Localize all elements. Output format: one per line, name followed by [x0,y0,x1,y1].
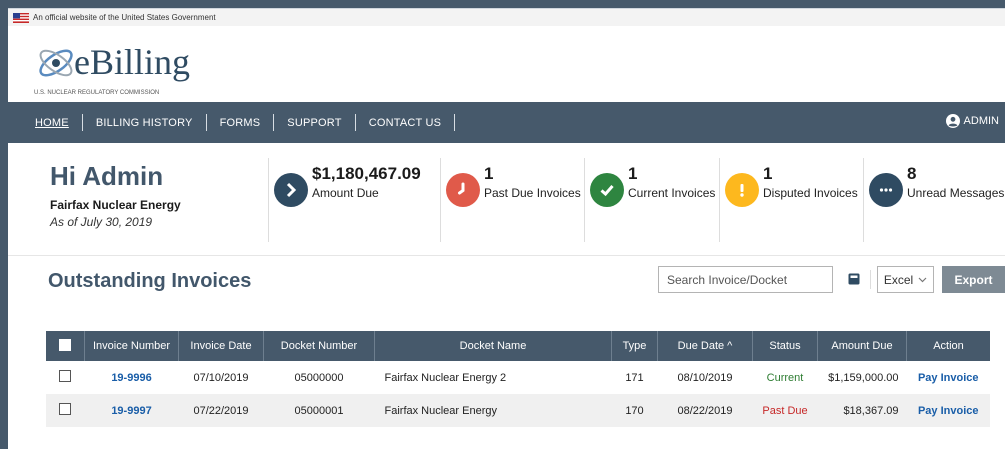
stat-current[interactable]: 1 Current Invoices [590,165,715,207]
main-nav: HOME BILLING HISTORY FORMS SUPPORT CONTA… [8,102,1005,143]
invoice-number-link[interactable]: 19-9997 [84,394,179,427]
stat-value: 1 [628,164,638,183]
stat-amount-due[interactable]: $1,180,467.09 Amount Due [274,165,421,207]
us-flag-icon [13,12,29,23]
status-badge: Current [766,371,804,384]
stat-label: Amount Due [312,186,379,200]
summary-divider [863,158,864,242]
stat-value: 8 [907,164,917,183]
table-header-row: Invoice Number Invoice Date Docket Numbe… [46,331,990,361]
chevron-down-icon [918,277,927,282]
invoice-number-link[interactable]: 19-9996 [85,361,179,394]
row-checkbox[interactable] [59,403,72,415]
invoices-title: Outstanding Invoices [48,270,252,292]
chevron-right-icon [274,173,308,207]
select-all-checkbox[interactable] [59,338,71,351]
column-header-sorted[interactable]: Due Date ^ [657,331,753,361]
nav-support[interactable]: SUPPORT [274,114,356,131]
page: An official website of the United States… [8,8,1005,449]
amount-due: $1,159,000.00 [828,371,899,384]
greeting: Hi Admin Fairfax Nuclear Energy As of Ju… [50,161,181,229]
column-header[interactable]: Invoice Number [84,331,179,361]
invoice-type: 171 [625,371,644,384]
invoice-type: 170 [611,394,658,427]
stat-label: Unread Messages [907,186,1005,200]
greeting-title: Hi Admin [50,161,164,191]
invoice-date: 07/10/2019 [193,371,249,384]
stat-label: Past Due Invoices [484,186,581,200]
export-format-select[interactable]: Excel [877,266,934,293]
organization-name: Fairfax Nuclear Energy [50,198,181,212]
invoice-date: 07/22/2019 [178,394,264,427]
docket-number: 05000001 [263,394,375,427]
column-header[interactable]: Invoice Date [178,331,264,361]
nav-billing-history[interactable]: BILLING HISTORY [83,114,207,131]
admin-label: ADMIN [963,115,999,127]
due-date: 08/10/2019 [677,371,733,384]
stat-value: $1,180,467.09 [312,164,421,183]
column-header: Action [906,331,990,361]
user-icon [945,114,960,128]
export-format-value: Excel [883,272,914,287]
pay-invoice-link[interactable]: Pay Invoice [906,394,990,427]
column-header[interactable]: Status [752,331,818,361]
gov-banner-text: An official website of the United States… [33,13,216,22]
search-input[interactable]: Search Invoice/Docket [658,266,833,293]
chat-icon [869,173,903,207]
invoices-toolbar: Outstanding Invoices Search Invoice/Dock… [8,256,1005,302]
nav-home[interactable]: HOME [8,114,83,131]
docket-name: Fairfax Nuclear Energy [374,394,612,427]
column-header[interactable]: Docket Name [374,331,612,361]
row-select[interactable] [46,394,85,427]
row-checkbox[interactable] [59,370,72,382]
clock-icon [446,173,480,207]
stat-label: Current Invoices [628,186,716,200]
summary-divider [719,158,720,242]
docket-name: Fairfax Nuclear Energy 2 [384,371,507,384]
table-row: 19-9996 07/10/2019 05000000 Fairfax Nucl… [46,361,990,394]
toolbar-divider [870,270,871,289]
stat-value: 1 [484,164,494,183]
stat-past-due[interactable]: 1 Past Due Invoices [446,165,581,207]
summary-divider [268,158,269,242]
export-button[interactable]: Export [942,266,1005,293]
site-header: eBilling U.S. NUCLEAR REGULATORY COMMISS… [8,26,1005,102]
due-date: 08/22/2019 [657,394,753,427]
svg-text:U.S. NUCLEAR REGULATORY COMMIS: U.S. NUCLEAR REGULATORY COMMISSION [34,90,159,96]
gov-banner: An official website of the United States… [8,8,1005,26]
as-of-date: As of July 30, 2019 [50,215,153,229]
stat-disputed[interactable]: 1 Disputed Invoices [725,165,858,207]
pay-invoice-link[interactable]: Pay Invoice [907,361,991,394]
column-header[interactable]: Docket Number [263,331,375,361]
calculator-icon[interactable] [848,273,860,285]
check-icon [590,173,624,207]
svg-text:eBilling: eBilling [74,42,190,82]
column-header[interactable]: Type [611,331,658,361]
exclamation-icon [725,173,759,207]
ebilling-logo[interactable]: eBilling U.S. NUCLEAR REGULATORY COMMISS… [28,36,248,98]
docket-number: 05000000 [294,371,344,384]
invoices-table: Invoice Number Invoice Date Docket Numbe… [46,331,990,427]
nav-contact-us[interactable]: CONTACT US [356,114,456,131]
select-all-header[interactable] [46,331,85,361]
admin-menu[interactable]: ADMIN [945,114,999,128]
stat-value: 1 [763,164,773,183]
summary-divider [584,158,585,242]
stat-label: Disputed Invoices [763,186,858,200]
amount-due: $18,367.09 [817,394,907,427]
stat-unread-messages[interactable]: 8 Unread Messages [869,165,1004,207]
account-summary: Hi Admin Fairfax Nuclear Energy As of Ju… [8,143,1005,256]
row-select[interactable] [46,361,85,394]
summary-divider [440,158,441,242]
status-badge: Past Due [752,394,818,427]
nav-forms[interactable]: FORMS [207,114,275,131]
table-row: 19-9997 07/22/2019 05000001 Fairfax Nucl… [46,394,990,427]
column-header[interactable]: Amount Due [817,331,907,361]
